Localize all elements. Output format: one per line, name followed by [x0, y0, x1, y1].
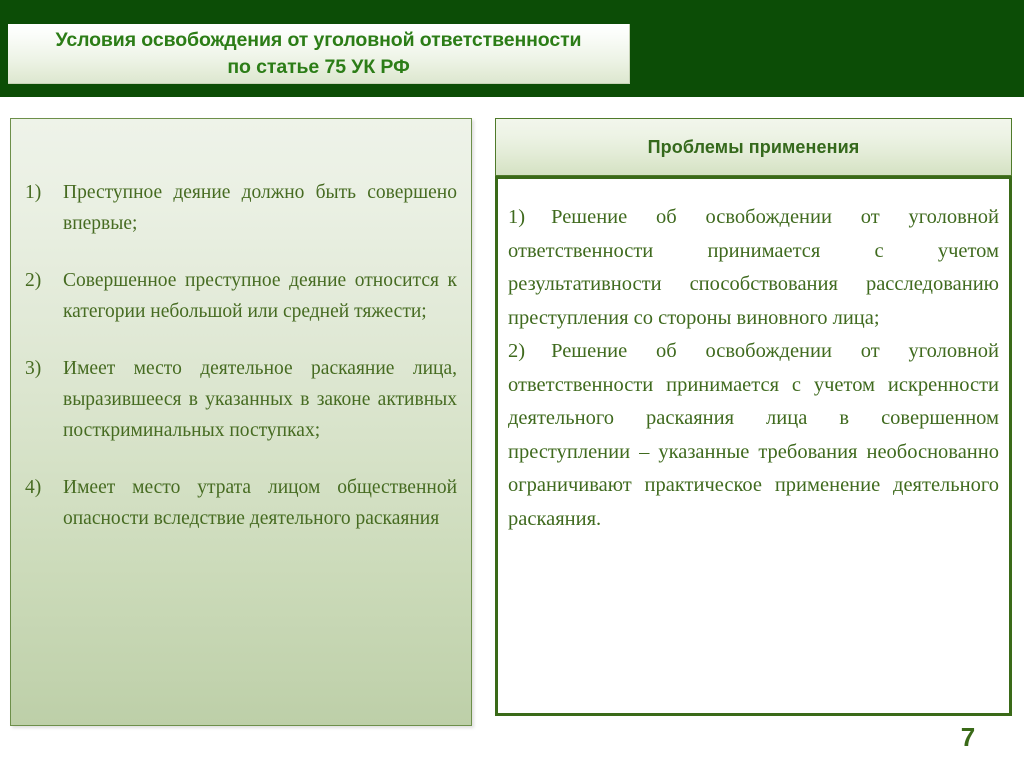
page-title: Условия освобождения от уголовной ответс…	[46, 27, 592, 81]
list-item-marker: 4)	[25, 477, 42, 498]
problems-panel-header: Проблемы применения	[495, 118, 1012, 176]
list-item-text: Решение об освобождении от уголовной отв…	[508, 206, 999, 329]
list-item-text: Решение об освобождении от уголовной отв…	[508, 340, 999, 530]
slide-banner: Условия освобождения от уголовной ответс…	[0, 0, 1024, 97]
problems-panel: 1) Решение об освобождении от уголовной о…	[495, 176, 1012, 716]
list-item-text: Совершенное преступное деяние относится …	[63, 270, 457, 322]
list-item-marker: 2)	[25, 270, 42, 291]
list-item-marker: 1)	[508, 206, 526, 228]
list-item: 2) Решение об освобождении от уголовной о…	[508, 335, 999, 536]
page-number: 7	[960, 722, 976, 752]
list-item: 1) Преступное деяние должно быть соверше…	[25, 177, 457, 239]
list-item-marker: 2)	[508, 340, 526, 362]
list-item-text: Имеет место деятельное раскаяние лица, в…	[63, 358, 457, 441]
list-item: 1) Решение об освобождении от уголовной о…	[508, 201, 999, 335]
problems-panel-title: Проблемы применения	[647, 136, 860, 157]
list-item-text: Имеет место утрата лицом общественной оп…	[63, 477, 457, 529]
list-item-marker: 1)	[25, 182, 42, 203]
list-item-marker: 3)	[25, 358, 42, 379]
list-item: 2) Совершенное преступное деяние относит…	[25, 265, 457, 327]
list-item: 3) Имеет место деятельное раскаяние лица…	[25, 353, 457, 446]
slide-title-box: Условия освобождения от уголовной ответс…	[8, 24, 630, 84]
page-title-line-1: Условия освобождения от уголовной ответс…	[55, 28, 582, 51]
list-item: 4) Имеет место утрата лицом общественной…	[25, 472, 457, 534]
list-item-text: Преступное деяние должно быть совершено …	[63, 182, 457, 234]
conditions-panel: 1) Преступное деяние должно быть соверше…	[10, 118, 472, 726]
page-title-line-2: по статье 75 УК РФ	[227, 55, 410, 78]
